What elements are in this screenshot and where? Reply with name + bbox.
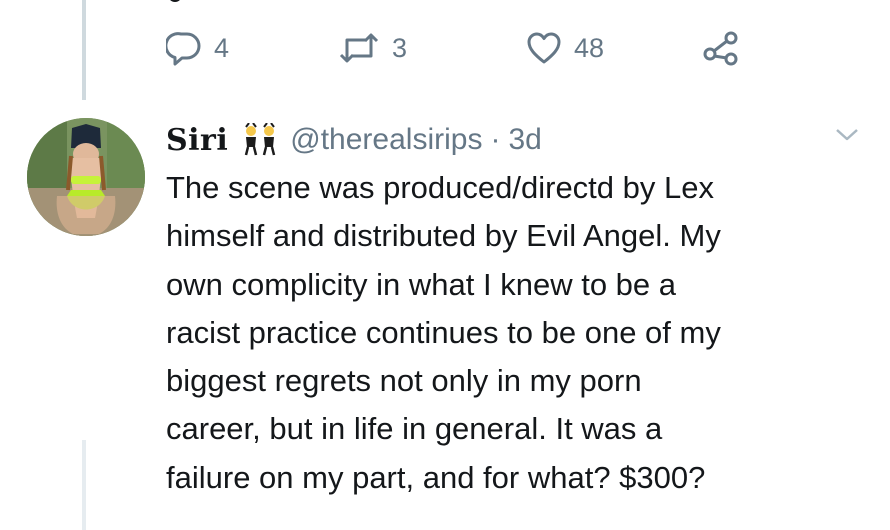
share-button[interactable]	[702, 30, 740, 66]
chevron-down-icon	[832, 129, 862, 154]
tweet-action-bar: 4 3 48	[166, 26, 740, 70]
like-button[interactable]: 48	[526, 31, 702, 65]
dancers-emoji-icon	[240, 123, 280, 157]
reply-count: 4	[214, 32, 230, 63]
reply-button[interactable]: 4	[166, 30, 338, 66]
tweet-options-button[interactable]	[832, 120, 862, 150]
previous-tweet-text-fragment	[168, 0, 182, 2]
tweet-header: Siri @therealsirips · 3d	[166, 118, 866, 162]
header-separator: ·	[490, 123, 501, 156]
thread-connector-line	[82, 0, 86, 100]
user-handle[interactable]: @therealsirips	[290, 123, 482, 157]
share-icon	[702, 30, 740, 66]
avatar-photo	[27, 118, 145, 236]
avatar[interactable]	[27, 118, 145, 236]
retweet-icon	[338, 31, 380, 65]
like-count: 48	[574, 32, 605, 63]
tweet-body-text: The scene was produced/directd by Lex hi…	[166, 170, 721, 495]
thread-connector-line-faded	[82, 440, 86, 530]
tweet-timestamp[interactable]: 3d	[508, 123, 541, 157]
retweet-count: 3	[392, 32, 408, 63]
retweet-button[interactable]: 3	[338, 31, 526, 65]
display-name[interactable]: Siri	[166, 123, 228, 158]
reply-icon	[166, 30, 202, 66]
heart-icon	[526, 31, 562, 65]
